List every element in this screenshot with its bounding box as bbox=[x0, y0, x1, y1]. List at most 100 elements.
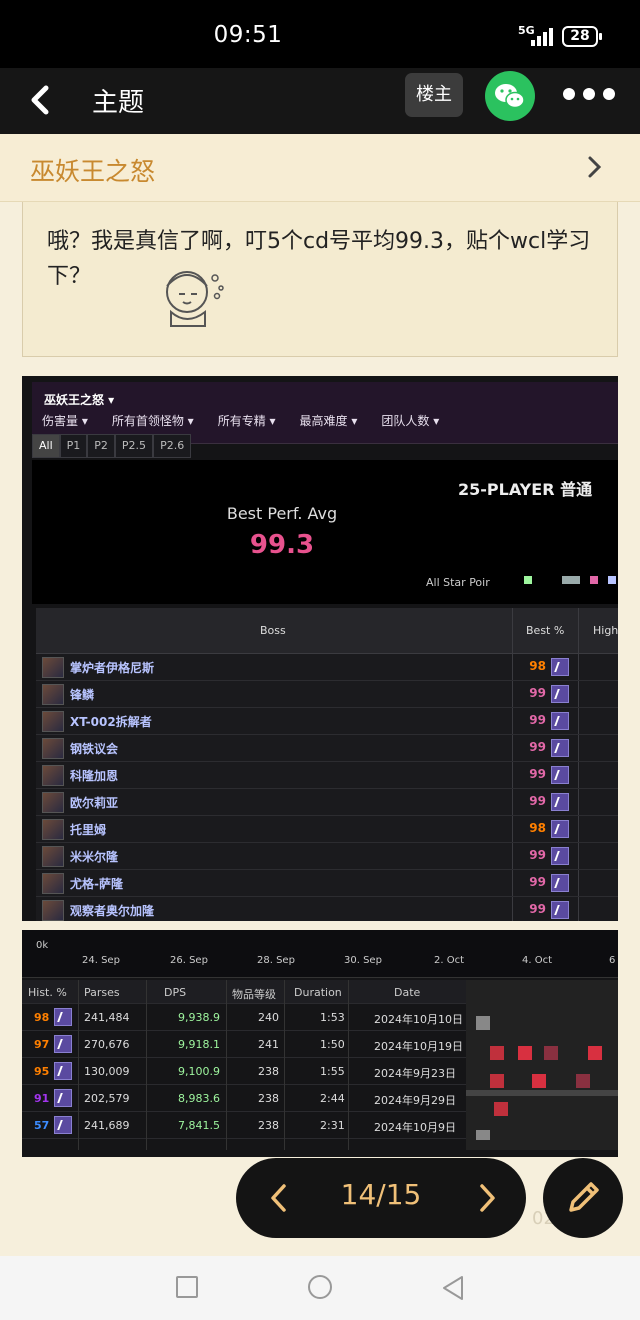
filter-item: 所有首领怪物 ▾ bbox=[111, 414, 194, 428]
table-row[interactable]: 98 241,484 9,938.9 240 1:53 2024年10月10日 bbox=[22, 1004, 466, 1031]
reply-button[interactable] bbox=[543, 1158, 623, 1238]
boss-row[interactable]: 米米尔隆 99 bbox=[36, 843, 618, 870]
spec-icon bbox=[551, 820, 569, 838]
best-percent: 98 bbox=[529, 821, 546, 835]
clock: 09:51 bbox=[213, 22, 283, 48]
owner-only-button[interactable]: 楼主 bbox=[405, 73, 463, 117]
boss-row[interactable]: 托里姆 98 bbox=[36, 816, 618, 843]
date-value: 2024年9月23日 bbox=[374, 1067, 456, 1080]
difficulty-label: 25-PLAYER 普通 bbox=[458, 480, 593, 499]
page-navigator: 14/15 bbox=[236, 1158, 526, 1238]
status-bar: 09:51 5G 28 bbox=[0, 0, 640, 68]
next-page-button[interactable] bbox=[472, 1176, 502, 1220]
column-boss: Boss bbox=[260, 624, 286, 637]
boss-portrait-icon bbox=[42, 765, 64, 786]
timeline-date: 24. Sep bbox=[82, 955, 120, 966]
forum-link-bar[interactable]: 巫妖王之怒 bbox=[0, 134, 640, 202]
best-percent: 99 bbox=[529, 767, 546, 781]
column-high: High bbox=[593, 624, 618, 637]
hist-percent: 91 bbox=[34, 1092, 50, 1105]
timeline-date: 2. Oct bbox=[434, 955, 465, 966]
boss-row[interactable]: 锋鳞 99 bbox=[36, 681, 618, 708]
wcl-screenshot-parses[interactable]: 0k 24. Sep 26. Sep 28. Sep 30. Sep 2. Oc… bbox=[22, 930, 618, 1157]
spec-icon bbox=[54, 1089, 72, 1107]
boss-name[interactable]: 欧尔莉亚 bbox=[70, 794, 118, 811]
boss-portrait-icon bbox=[42, 873, 64, 894]
ilvl-value: 238 bbox=[258, 1065, 279, 1078]
boss-row[interactable]: 欧尔莉亚 99 bbox=[36, 789, 618, 816]
filter-list: 伤害量 ▾ 所有首领怪物 ▾ 所有专精 ▾ 最高难度 ▾ 团队人数 ▾ bbox=[42, 412, 439, 429]
spec-icon bbox=[551, 901, 569, 919]
boss-row[interactable]: 掌炉者伊格尼斯 98 bbox=[36, 654, 618, 681]
battery-icon: 28 bbox=[562, 26, 602, 47]
boss-name[interactable]: 掌炉者伊格尼斯 bbox=[70, 659, 154, 676]
back-button[interactable] bbox=[26, 80, 62, 120]
parses-value: 130,009 bbox=[84, 1065, 130, 1078]
page-indicator[interactable]: 14/15 bbox=[316, 1178, 446, 1211]
wechat-icon bbox=[495, 84, 525, 109]
ilvl-value: 238 bbox=[258, 1119, 279, 1132]
best-perf-label: Best Perf. Avg bbox=[226, 504, 338, 523]
table-row[interactable]: 91 202,579 8,983.6 238 2:44 2024年9月29日 bbox=[22, 1085, 466, 1112]
boss-row[interactable]: 尤格-萨隆 99 bbox=[36, 870, 618, 897]
chevron-left-icon bbox=[31, 85, 49, 115]
wechat-share-button[interactable] bbox=[485, 71, 535, 121]
timeline-date: 26. Sep bbox=[170, 955, 208, 966]
boss-row[interactable]: 科隆加恩 99 bbox=[36, 762, 618, 789]
wcl-screenshot-overview[interactable]: 巫妖王之怒 ▾ 伤害量 ▾ 所有首领怪物 ▾ 所有专精 ▾ 最高难度 ▾ 团队人… bbox=[22, 376, 618, 921]
timeline-date: 28. Sep bbox=[257, 955, 295, 966]
spec-icon bbox=[54, 1035, 72, 1053]
page-title: 主题 bbox=[92, 88, 145, 118]
table-row[interactable]: 95 130,009 9,100.9 238 1:55 2024年9月23日 bbox=[22, 1058, 466, 1085]
boss-row[interactable]: XT-002拆解者 99 bbox=[36, 708, 618, 735]
back-triangle-icon[interactable] bbox=[440, 1274, 466, 1302]
table-row[interactable]: 57 241,689 7,841.5 238 2:31 2024年10月9日 bbox=[22, 1112, 466, 1139]
parses-table: Hist. % Parses DPS 物品等级 Duration Date 98… bbox=[22, 980, 466, 1139]
boss-portrait-icon bbox=[42, 900, 64, 921]
quote-box: 哦？我是真信了啊，叮5个cd号平均99.3，贴个wcl学习下？ bbox=[22, 202, 618, 357]
ilvl-value: 240 bbox=[258, 1011, 279, 1024]
spec-icon bbox=[551, 766, 569, 784]
divider bbox=[226, 980, 227, 1150]
prev-page-button[interactable] bbox=[264, 1176, 294, 1220]
duration-value: 2:44 bbox=[320, 1092, 345, 1105]
best-percent: 99 bbox=[529, 794, 546, 808]
best-percent: 99 bbox=[529, 686, 546, 700]
boss-name[interactable]: 科隆加恩 bbox=[70, 767, 118, 784]
boss-name[interactable]: 钢铁议会 bbox=[70, 740, 118, 757]
parses-value: 241,484 bbox=[84, 1011, 130, 1024]
column-parses: Parses bbox=[84, 986, 120, 999]
boss-name[interactable]: 米米尔隆 bbox=[70, 848, 118, 865]
table-row[interactable]: 97 270,676 9,918.1 241 1:50 2024年10月19日 bbox=[22, 1031, 466, 1058]
boss-name[interactable]: 尤格-萨隆 bbox=[70, 875, 123, 892]
parses-value: 241,689 bbox=[84, 1119, 130, 1132]
boss-name[interactable]: XT-002拆解者 bbox=[70, 713, 152, 730]
home-button[interactable] bbox=[308, 1275, 332, 1299]
boss-portrait-icon bbox=[42, 792, 64, 813]
boss-row[interactable]: 钢铁议会 99 bbox=[36, 735, 618, 762]
filter-item: 伤害量 ▾ bbox=[42, 414, 88, 428]
divider bbox=[284, 980, 285, 1150]
boss-name[interactable]: 锋鳞 bbox=[70, 686, 94, 703]
recent-apps-button[interactable] bbox=[176, 1276, 198, 1298]
spec-icon bbox=[551, 739, 569, 757]
timeline-axis: 0k 24. Sep 26. Sep 28. Sep 30. Sep 2. Oc… bbox=[22, 930, 618, 978]
performance-summary: 25-PLAYER 普通 Best Perf. Avg 99.3 All Sta… bbox=[32, 460, 618, 604]
boss-name[interactable]: 托里姆 bbox=[70, 821, 106, 838]
tab-all: All bbox=[32, 434, 60, 458]
ilvl-value: 241 bbox=[258, 1038, 279, 1051]
boss-name[interactable]: 观察者奥尔加隆 bbox=[70, 902, 154, 919]
boss-row[interactable]: 观察者奥尔加隆 99 bbox=[36, 897, 618, 921]
chevron-right-icon bbox=[480, 1184, 495, 1212]
dps-value: 8,983.6 bbox=[178, 1092, 220, 1105]
column-ilvl: 物品等级 bbox=[232, 988, 276, 1001]
duration-value: 1:55 bbox=[320, 1065, 345, 1078]
best-percent: 98 bbox=[529, 659, 546, 673]
more-icon[interactable] bbox=[563, 88, 615, 102]
duration-value: 1:50 bbox=[320, 1038, 345, 1051]
divider bbox=[78, 980, 79, 1150]
spec-icon bbox=[551, 658, 569, 676]
spec-icon bbox=[551, 847, 569, 865]
pencil-icon bbox=[569, 1182, 599, 1212]
parses-table-header: Hist. % Parses DPS 物品等级 Duration Date bbox=[22, 980, 466, 1004]
